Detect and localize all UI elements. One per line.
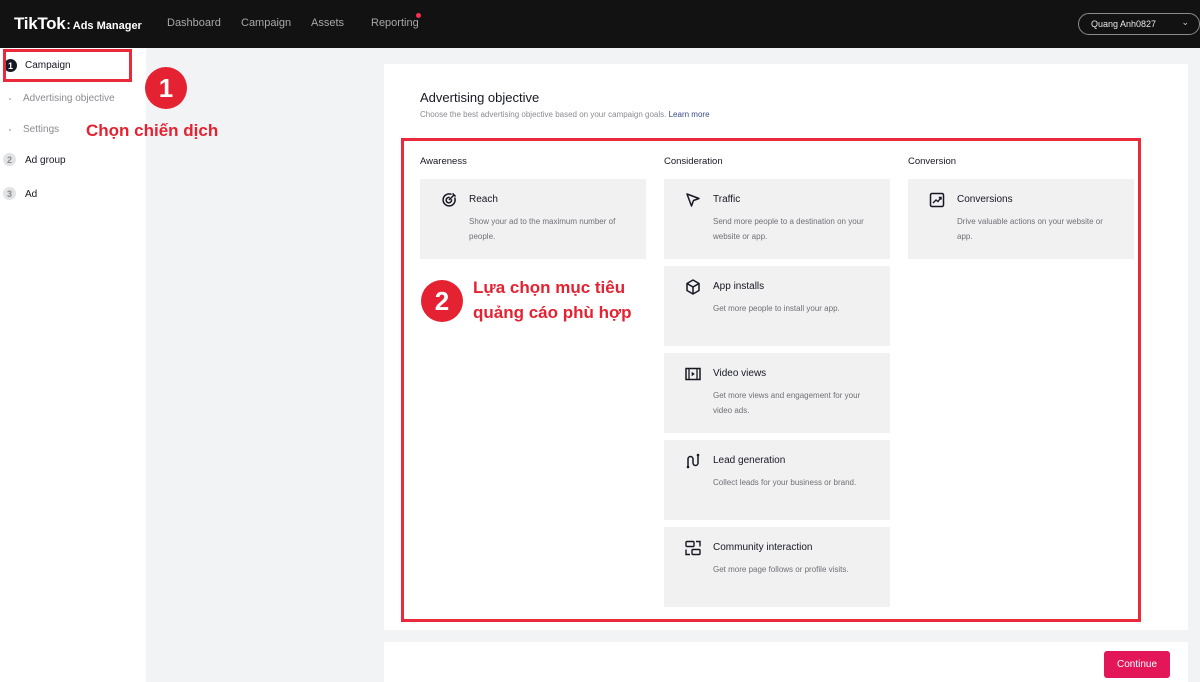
logo-sub: Ads Manager [72,20,142,32]
footer-bar [384,642,1188,682]
sidebar [0,48,146,682]
chevron-down-icon: ⌄ [1181,17,1189,27]
reporting-notification-dot [416,13,421,18]
annotation-text-2: Lựa chọn mục tiêu quảng cáo phù hợp [473,275,631,325]
annotation-text-2-line-1: Lựa chọn mục tiêu [473,278,626,297]
learn-more-link[interactable]: Learn more [669,110,710,119]
substep-dot [9,129,11,131]
objective-description-text: Choose the best advertising objective ba… [420,110,667,119]
nav-campaign[interactable]: Campaign [241,17,291,29]
account-selector[interactable]: Quang Anh0827 ⌄ [1078,13,1200,35]
annotation-box-objectives [401,138,1141,622]
annotation-text-1: Chọn chiến dịch [86,121,219,140]
sidebar-substep-settings[interactable]: Settings [23,124,59,135]
nav-assets[interactable]: Assets [311,17,344,29]
nav-reporting[interactable]: Reporting [371,17,419,29]
sidebar-step-ad[interactable]: Ad [25,189,37,200]
sidebar-substep-advertising-objective[interactable]: Advertising objective [23,93,115,104]
sidebar-step-ad-group[interactable]: Ad group [25,155,66,166]
annotation-text-2-line-2: quảng cáo phù hợp [473,303,632,322]
logo-main: TikTok [14,14,66,33]
account-name: Quang Anh0827 [1091,19,1157,29]
logo-separator: : [66,17,71,32]
annotation-badge-1: 1 [145,67,187,109]
tiktok-ads-manager-logo[interactable]: TikTok : Ads Manager [14,14,142,34]
annotation-box-campaign [3,49,132,82]
step-number-2: 2 [3,153,16,166]
annotation-badge-2: 2 [421,280,463,322]
page-title: Advertising objective [420,90,540,105]
continue-button[interactable]: Continue [1104,651,1170,678]
nav-dashboard[interactable]: Dashboard [167,17,221,29]
substep-dot [9,98,11,100]
objective-description: Choose the best advertising objective ba… [420,110,710,119]
step-number-3: 3 [3,187,16,200]
top-bar: TikTok : Ads Manager Dashboard Campaign … [0,0,1200,48]
